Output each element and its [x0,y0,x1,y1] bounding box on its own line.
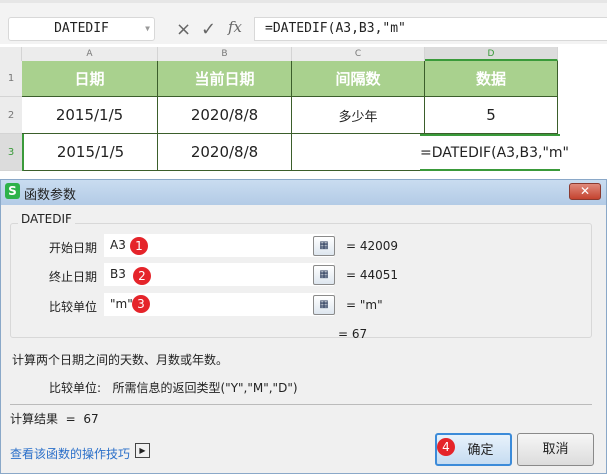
cell-c2[interactable]: 多少年 [292,97,425,134]
arg-label-end-date: 终止日期 [49,270,98,284]
step-badge-4: 4 [437,438,455,456]
cell-c3[interactable] [292,134,425,171]
range-picker-icon[interactable]: ▦ [313,265,335,285]
function-arguments-dialog: S 函数参数 ✕ DATEDIF 开始日期 A3 1 ▦ = 42009 终止日… [0,179,607,474]
row-header-1[interactable]: 1 [0,61,22,97]
column-header-a[interactable]: A [22,47,158,61]
dialog-titlebar[interactable]: S 函数参数 ✕ [1,180,606,205]
spreadsheet-grid: A B C D 1 2 3 日期 当前日期 间隔数 数据 2015/1/5 20… [0,44,607,184]
name-box-value: DATEDIF [54,21,109,36]
start-date-value: A3 [110,238,126,252]
formula-toolbar: DATEDIF ▼ × ✓ fx =DATEDIF(A3,B3,"m" [0,0,607,44]
step-badge-3: 3 [132,295,150,313]
argument-help: 比较单位: 所需信息的返回类型("Y","M","D") [49,381,298,395]
cancel-button[interactable]: 取消 [517,433,594,466]
app-logo-icon: S [5,183,20,199]
chevron-down-icon[interactable]: ▼ [145,18,150,40]
divider [10,404,592,405]
arg-label-unit: 比较单位 [49,300,98,314]
cell-d2[interactable]: 5 [425,97,558,134]
function-name: DATEDIF [18,212,75,226]
calc-result: 计算结果 = 67 [10,412,99,426]
video-icon[interactable]: ▶ [135,443,150,458]
ok-label: 确定 [467,443,494,458]
column-header-b[interactable]: B [158,47,292,61]
function-description: 计算两个日期之间的天数、月数或年数。 [12,353,229,367]
fx-icon[interactable]: fx [228,18,242,36]
help-link[interactable]: 查看该函数的操作技巧 [10,445,130,462]
arg-result-end-date: = 44051 [346,268,399,282]
cell-b3[interactable]: 2020/8/8 [158,134,292,171]
confirm-icon[interactable]: ✓ [201,19,216,40]
select-all-corner[interactable] [0,47,22,61]
cell-a2[interactable]: 2015/1/5 [22,97,158,134]
column-header-d[interactable]: D [425,47,558,61]
arg-result-unit: = "m" [346,298,383,312]
end-date-value: B3 [110,267,126,281]
arg-label-start-date: 开始日期 [49,241,98,255]
step-badge-2: 2 [133,267,151,285]
range-picker-icon[interactable]: ▦ [313,295,335,315]
step-badge-1: 1 [130,237,148,255]
arg-result-start-date: = 42009 [346,239,399,253]
cell-b2[interactable]: 2020/8/8 [158,97,292,134]
column-header-c[interactable]: C [292,47,425,61]
name-box[interactable]: DATEDIF ▼ [8,17,155,41]
row-header-2[interactable]: 2 [0,97,22,134]
cell-a3[interactable]: 2015/1/5 [22,134,158,171]
cancel-icon[interactable]: × [176,19,191,40]
cell-b1[interactable]: 当前日期 [158,61,292,97]
range-picker-icon[interactable]: ▦ [313,236,335,256]
unit-value: "m" [110,297,133,311]
cell-d3-editing[interactable]: =DATEDIF(A3,B3,"m" [420,134,569,171]
cell-d1[interactable]: 数据 [425,61,558,97]
formula-result: = 67 [338,327,368,341]
cell-c1[interactable]: 间隔数 [292,61,425,97]
dialog-title: 函数参数 [24,188,77,203]
close-button[interactable]: ✕ [569,183,601,200]
formula-input[interactable]: =DATEDIF(A3,B3,"m" [254,17,607,41]
row-header-3[interactable]: 3 [0,134,22,171]
cell-a1[interactable]: 日期 [22,61,158,97]
